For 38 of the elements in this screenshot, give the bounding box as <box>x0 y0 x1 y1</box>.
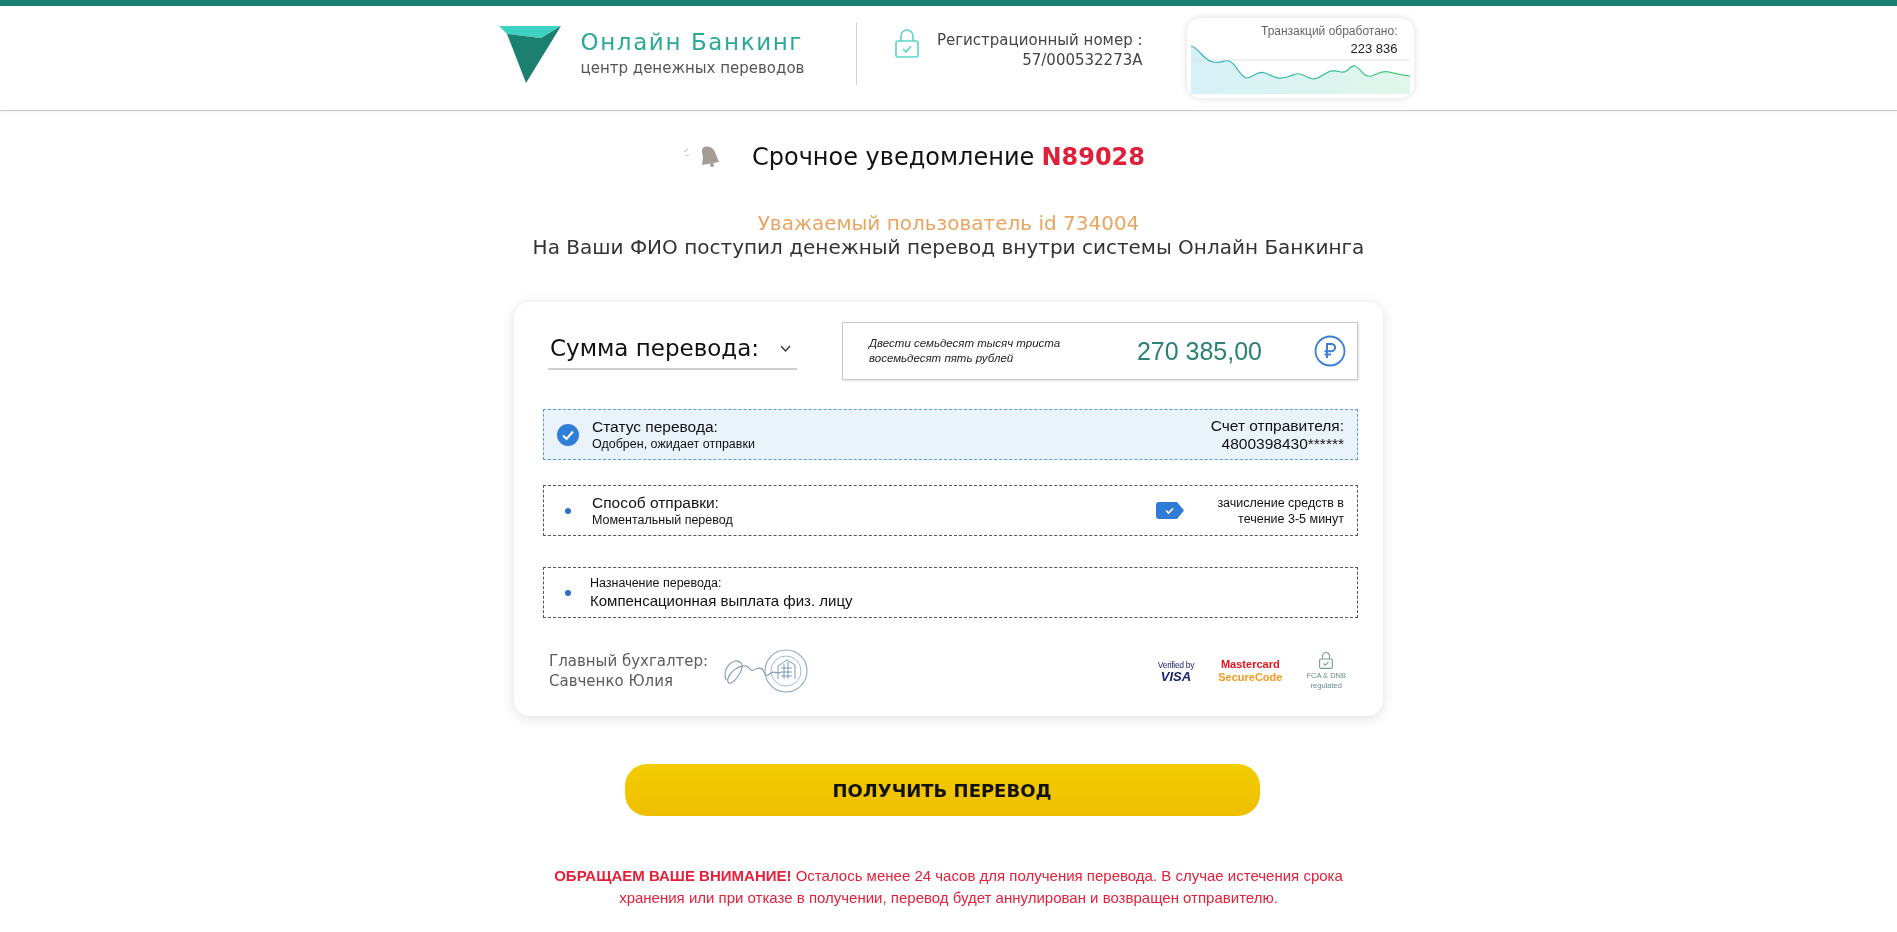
sender-account-value: 4800398430****** <box>1220 434 1344 453</box>
registration-number: 57/000532273A <box>1021 50 1143 70</box>
accountant-name: Савченко Юлия <box>549 671 674 691</box>
field-value: Моментальный перевод <box>592 512 733 528</box>
verified-by-visa-label: Verified by VISA <box>1157 659 1195 683</box>
field-value: Компенсационная выплата физ. лицу <box>590 590 853 611</box>
brand-tagline: центр денежных переводов <box>580 58 805 79</box>
bullet-dot-icon <box>565 589 571 596</box>
field-value: Одобрен, ожидает отправки <box>592 436 755 452</box>
field-label: Статус перевода: <box>592 417 719 436</box>
caret-icon <box>780 344 791 352</box>
signature-stamp-icon <box>721 648 810 694</box>
bullet-dot-icon <box>565 507 571 514</box>
accountant-title: Главный бухгалтер: <box>549 651 709 671</box>
amount-value: 270 385,00 <box>1136 336 1262 366</box>
warning-message: ОБРАЩАЕМ ВАШЕ ВНИМАНИЕ! Осталось менее 24 часов для получения перевода. В случае истечения срока хранения или при отказе в получении, перевод будет аннулирован и возвращен отправителю. <box>553 866 1344 908</box>
lock-icon <box>1319 651 1334 669</box>
registration-label: Регистрационный номер : <box>935 30 1143 50</box>
lock-icon <box>894 28 919 58</box>
amount-select[interactable]: Сумма перевода: <box>548 332 797 370</box>
transactions-count: 223 836 <box>1349 41 1398 57</box>
receive-transfer-button[interactable]: ПОЛУЧИТЬ ПЕРЕВОД <box>624 764 1260 816</box>
delivery-time-note: зачисление средств в течение 3-5 минут <box>1216 494 1344 527</box>
check-circle-icon <box>557 423 579 446</box>
mastercard-securecode-label: Mastercard SecureCode <box>1218 658 1283 684</box>
field-label: Способ отправки: <box>592 493 720 512</box>
triangle-logo-icon <box>498 25 561 83</box>
sender-account-label: Счет отправителя: <box>1210 416 1344 435</box>
transactions-label: Транзакций обработано: <box>1259 24 1398 38</box>
notice-message: На Ваши ФИО поступил денежный перевод внутри системы Онлайн Банкинга <box>531 235 1366 259</box>
greeting-text: Уважаемый пользователь id 734004 <box>756 211 1141 235</box>
brand-name: Онлайн Банкинг <box>580 29 804 55</box>
tag-check-icon <box>1156 502 1184 519</box>
notice-number: N89028 <box>1041 143 1146 171</box>
notice-title: Срочное уведомление <box>751 143 1035 171</box>
field-label: Назначение перевода: <box>590 574 723 591</box>
amount-in-words: Двести семьдесят тысяч триста восемьдесят пять рублей <box>869 336 1062 366</box>
ruble-icon <box>1314 335 1346 367</box>
